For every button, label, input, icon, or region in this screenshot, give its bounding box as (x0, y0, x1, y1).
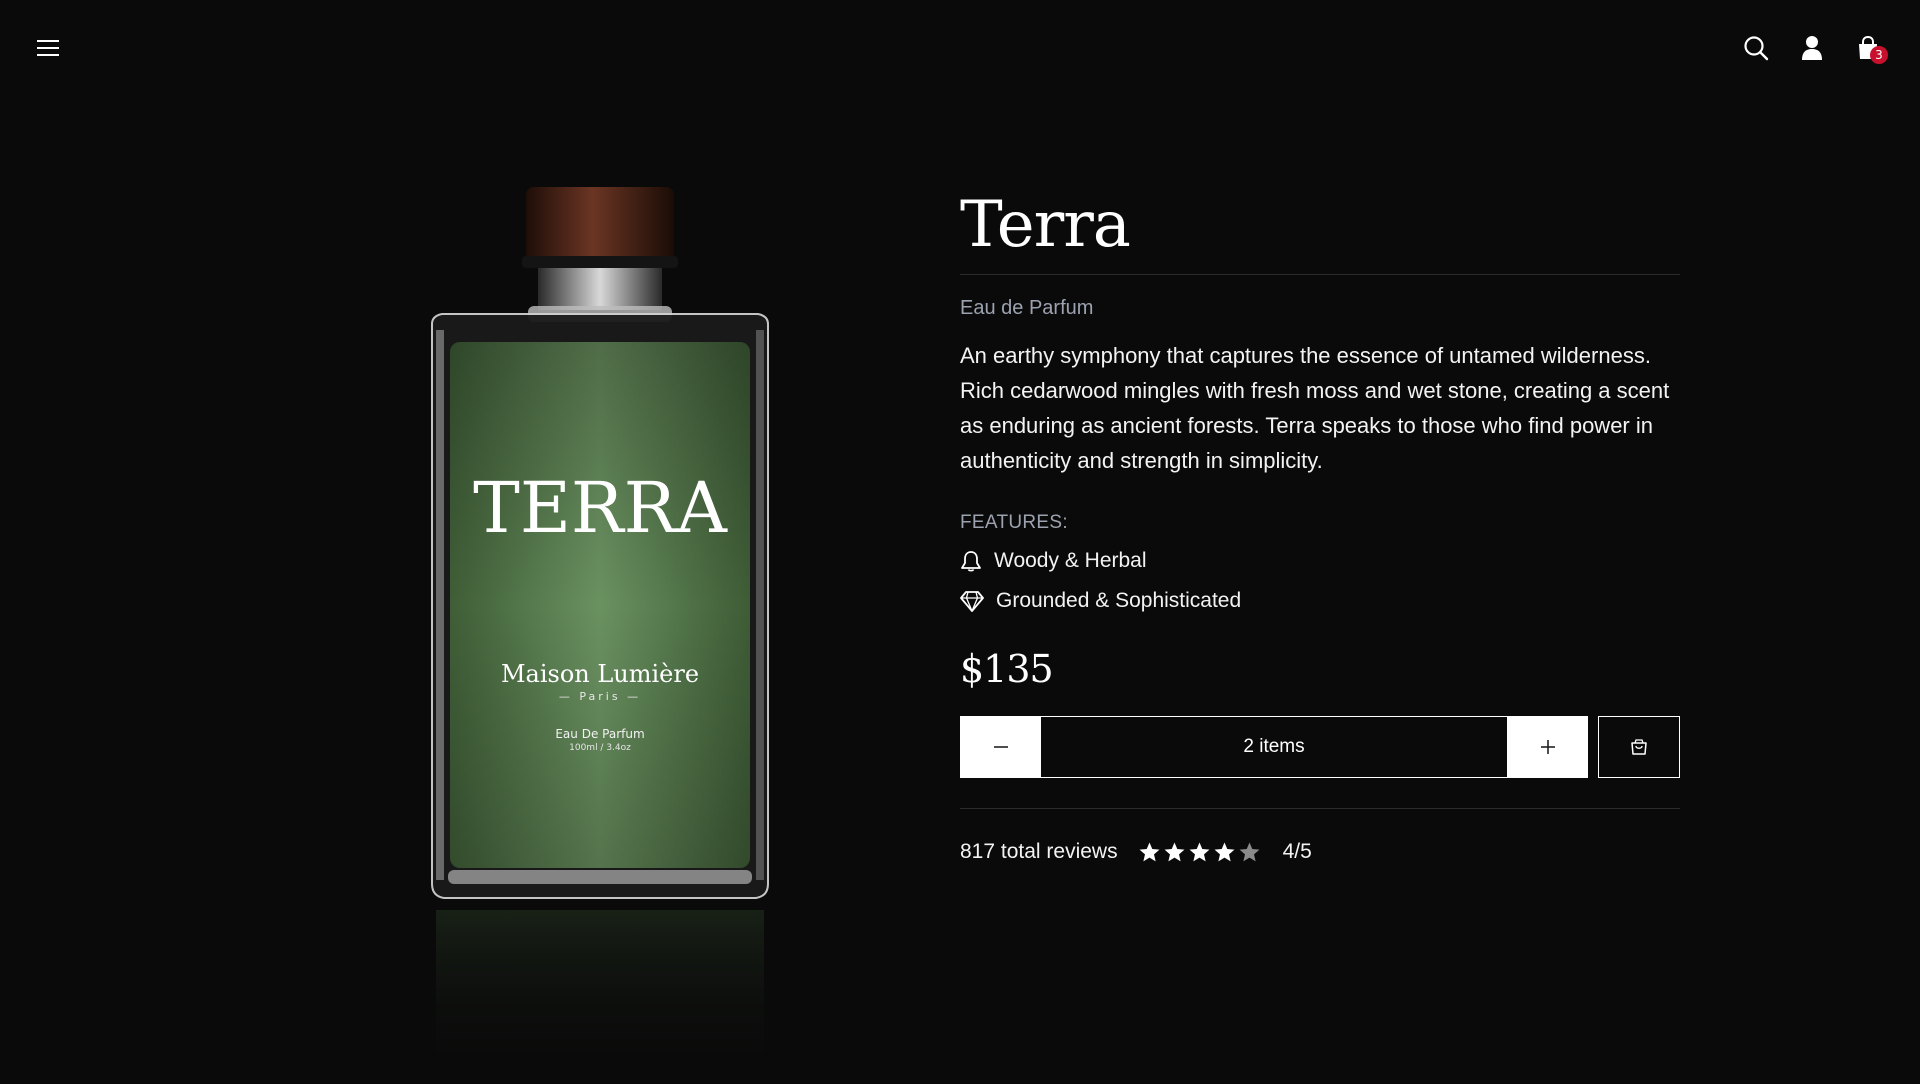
product-price: $135 (960, 647, 1054, 691)
title-divider (960, 274, 1680, 275)
star-empty-icon (1239, 841, 1260, 861)
account-button[interactable] (1794, 30, 1830, 66)
cart-button[interactable]: 3 (1850, 30, 1888, 66)
product-description: An earthy symphony that captures the ess… (960, 343, 1670, 473)
review-count: 817 total reviews (960, 840, 1118, 863)
star-filled-icon (1189, 841, 1210, 861)
product-title: Terra (960, 188, 1131, 262)
product-image: TERRA Maison Lumière — Paris — Eau De Pa… (400, 170, 800, 1080)
plus-icon (1540, 740, 1555, 754)
bottle-volume-text: 100ml / 3.4oz (569, 743, 631, 753)
rating-value: 4/5 (1282, 840, 1312, 863)
feature-label: Woody & Herbal (994, 549, 1147, 572)
features-label: FEATURES: (960, 512, 1068, 533)
star-filled-icon (1139, 841, 1160, 861)
top-navigation: 3 (0, 0, 1920, 96)
decrement-quantity-button[interactable] (960, 716, 1041, 778)
feature-item: Grounded & Sophisticated (960, 588, 1680, 614)
cart-count-badge: 3 (1870, 46, 1888, 64)
feature-item: Woody & Herbal (960, 548, 1680, 574)
star-rating (1138, 841, 1261, 864)
reviews-divider (960, 808, 1680, 809)
diamond-icon (960, 591, 984, 612)
reviews-summary: 817 total reviews 4/5 (960, 837, 1680, 867)
bell-icon (961, 551, 981, 572)
bottle-label-text: TERRA (473, 467, 728, 549)
search-button[interactable] (1738, 30, 1774, 66)
increment-quantity-button[interactable] (1507, 716, 1588, 778)
search-icon (1744, 36, 1769, 61)
shopping-bag-icon (1631, 739, 1647, 755)
bottle-city-text: — Paris — (559, 690, 641, 703)
star-filled-icon (1164, 841, 1185, 861)
bottle-brand-text: Maison Lumière (501, 660, 699, 688)
user-icon (1802, 36, 1822, 60)
menu-button[interactable] (30, 30, 66, 66)
bottle-type-text: Eau De Parfum (555, 727, 644, 741)
hamburger-menu-icon (37, 40, 59, 56)
product-details: Terra Eau de Parfum An earthy symphony t… (960, 180, 1680, 867)
feature-label: Grounded & Sophisticated (996, 589, 1242, 612)
add-to-cart-button[interactable] (1598, 716, 1680, 778)
minus-icon (993, 746, 1008, 748)
purchase-controls: 2 items (960, 716, 1680, 778)
quantity-display: 2 items (1041, 716, 1507, 778)
star-filled-icon (1214, 841, 1235, 861)
product-subtitle: Eau de Parfum (960, 297, 1094, 319)
